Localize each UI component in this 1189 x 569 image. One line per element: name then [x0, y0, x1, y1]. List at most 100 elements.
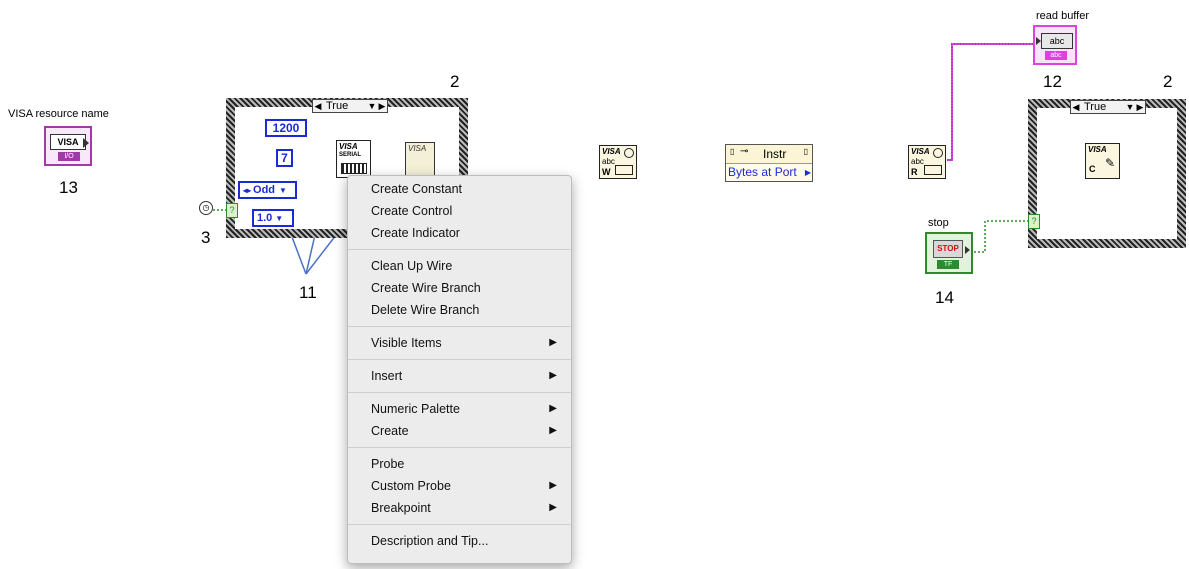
context-menu: Create Constant Create Control Create In…	[347, 175, 572, 564]
terminal-arrow-icon	[965, 246, 970, 254]
visa-write-label: VISA	[602, 147, 621, 156]
visa-read-label: VISA	[911, 147, 930, 156]
stop-label: stop	[928, 217, 949, 229]
case-next-icon[interactable]: ▶	[1135, 102, 1145, 113]
visa-close-letter: C	[1089, 164, 1096, 174]
case-selector-terminal[interactable]: ?	[226, 203, 238, 218]
stop-button-face: STOP	[933, 240, 963, 258]
menu-separator	[348, 447, 571, 448]
visa-write-node[interactable]: VISA abc W	[599, 145, 637, 179]
device-icon	[924, 165, 942, 175]
visa-close-label: VISA	[1088, 145, 1107, 154]
callout-2-left: 2	[450, 72, 460, 91]
menu-item-custom-probe[interactable]: Custom Probe ▶	[348, 475, 571, 497]
menu-item-clean-up-wire[interactable]: Clean Up Wire	[348, 255, 571, 277]
visa-write-sub: abc	[602, 157, 615, 166]
menu-item-numeric-palette[interactable]: Numeric Palette ▶	[348, 398, 571, 420]
visa-node-hidden[interactable]: VISA	[405, 142, 435, 176]
callout-3: 3	[201, 228, 211, 247]
string-type-tag: abc	[1045, 51, 1067, 60]
read-buffer-label: read buffer	[1036, 10, 1090, 22]
timing-clock-icon: ◷	[199, 201, 213, 215]
visa-read-node[interactable]: VISA abc R	[908, 145, 946, 179]
device-icon	[615, 165, 633, 175]
close-hand-icon: ✎	[1104, 156, 1115, 170]
menu-separator	[348, 359, 571, 360]
read-buffer-indicator[interactable]: abc abc	[1033, 25, 1077, 65]
chevron-down-icon: ▼	[275, 213, 284, 223]
case-selector-left[interactable]: ◀ True ▼ ▶	[312, 99, 388, 113]
callout-11: 11	[299, 283, 317, 302]
visa-configure-serial-node[interactable]: VISA SERIAL	[336, 140, 371, 178]
visa-resource-name-label: VISA resource name	[8, 108, 109, 120]
wire-layer	[213, 43, 1034, 275]
visa-serial-label: VISA	[339, 142, 358, 151]
chevron-down-icon: ▼	[279, 185, 287, 195]
submenu-arrow-icon: ▶	[549, 480, 557, 491]
ring-arrows-icon: ◂▸	[243, 185, 252, 195]
menu-item-create[interactable]: Create ▶	[348, 420, 571, 442]
terminal-arrow-icon	[1036, 37, 1041, 45]
stop-bits-value: 1.0	[257, 212, 273, 224]
case-dropdown-icon[interactable]: ▼	[1125, 102, 1135, 112]
menu-item-visible-items[interactable]: Visible Items ▶	[348, 332, 571, 354]
terminal-arrow-icon	[83, 138, 89, 148]
stop-button-control[interactable]: STOP TF	[925, 232, 973, 274]
visa-serial-sub: SERIAL	[339, 152, 362, 158]
visa-resource-control-icon: VISA	[50, 134, 86, 150]
callout-14: 14	[935, 288, 954, 307]
visa-close-node[interactable]: VISA C ✎	[1085, 143, 1120, 179]
callout-13: 13	[59, 178, 78, 197]
case-prev-icon[interactable]: ◀	[313, 101, 323, 112]
visa-node-label: VISA	[408, 144, 427, 153]
menu-item-probe[interactable]: Probe	[348, 453, 571, 475]
visa-write-letter: W	[602, 167, 611, 177]
serial-port-icon	[341, 163, 367, 174]
property-arrow-icon: ▶	[804, 168, 811, 177]
baud-rate-constant[interactable]: 1200	[265, 119, 307, 137]
menu-item-create-indicator[interactable]: Create Indicator	[348, 222, 571, 244]
submenu-arrow-icon: ▶	[549, 502, 557, 513]
submenu-arrow-icon: ▶	[549, 425, 557, 436]
case-prev-icon[interactable]: ◀	[1071, 102, 1081, 113]
menu-item-description-and-tip[interactable]: Description and Tip...	[348, 530, 571, 552]
menu-item-breakpoint[interactable]: Breakpoint ▶	[348, 497, 571, 519]
case-next-icon[interactable]: ▶	[377, 101, 387, 112]
parity-value: Odd	[253, 184, 276, 196]
menu-separator	[348, 249, 571, 250]
property-class: Instr	[763, 147, 787, 161]
menu-item-create-constant[interactable]: Create Constant	[348, 178, 571, 200]
menu-separator	[348, 392, 571, 393]
menu-item-delete-wire-branch[interactable]: Delete Wire Branch	[348, 299, 571, 321]
visa-read-letter: R	[911, 167, 918, 177]
visa-resource-name-control[interactable]: VISA I/O	[44, 126, 92, 166]
case-selector-value: True	[1084, 101, 1107, 113]
boolean-type-tag: TF	[937, 260, 959, 269]
case-selector-right[interactable]: ◀ True ▼ ▶	[1070, 100, 1146, 114]
menu-separator	[348, 326, 571, 327]
case-selector-value: True	[326, 100, 349, 112]
submenu-arrow-icon: ▶	[549, 403, 557, 414]
reference-in-icon: ▯	[730, 147, 735, 156]
case-dropdown-icon[interactable]: ▼	[367, 101, 377, 111]
property-node[interactable]: ▯ ⊸ Instr ▯ Bytes at Port ▶	[725, 144, 813, 182]
callout-12: 12	[1043, 72, 1062, 91]
clock-icon	[933, 148, 943, 158]
clock-icon	[624, 148, 634, 158]
string-display: abc	[1041, 33, 1073, 49]
data-bits-constant[interactable]: 7	[276, 149, 293, 167]
property-item[interactable]: Bytes at Port ▶	[726, 164, 812, 181]
menu-separator	[348, 524, 571, 525]
submenu-arrow-icon: ▶	[549, 337, 557, 348]
parity-ring-constant[interactable]: ◂▸ Odd ▼	[238, 181, 297, 199]
menu-item-create-control[interactable]: Create Control	[348, 200, 571, 222]
visa-read-sub: abc	[911, 157, 924, 166]
case-selector-terminal-right[interactable]: ?	[1028, 214, 1040, 229]
callout-2-right: 2	[1163, 72, 1173, 91]
stop-bits-ring-constant[interactable]: 1.0 ▼	[252, 209, 294, 227]
reference-out-icon: ▯	[803, 147, 808, 156]
menu-item-create-wire-branch[interactable]: Create Wire Branch	[348, 277, 571, 299]
visa-resource-control-sub: I/O	[58, 152, 80, 161]
property-name: Bytes at Port	[728, 165, 797, 179]
menu-item-insert[interactable]: Insert ▶	[348, 365, 571, 387]
